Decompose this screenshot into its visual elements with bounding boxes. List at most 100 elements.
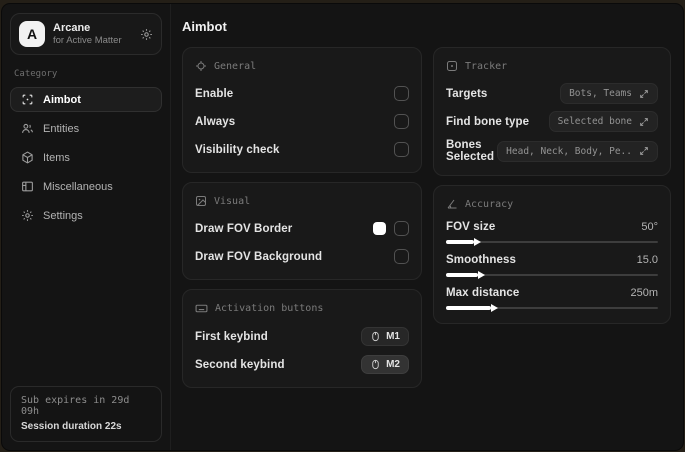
slider-row-smoothness: Smoothness 15.0 — [446, 254, 658, 279]
setting-row-always: Always — [195, 111, 409, 132]
enable-checkbox[interactable] — [394, 86, 409, 101]
targets-select[interactable]: Bots, Teams — [560, 83, 658, 104]
sub-expiry-text: Sub expires in 29d 09h — [21, 395, 130, 417]
session-duration-text: Session duration 22s — [21, 421, 122, 432]
setting-row-visibility-check: Visibility check — [195, 139, 409, 160]
sidebar-item-settings[interactable]: Settings — [10, 203, 162, 228]
panel-tracker-header: Tracker — [446, 60, 658, 72]
setting-row-draw-fov-background: Draw FOV Background — [195, 246, 409, 267]
panel-title: Visual — [214, 195, 251, 207]
panel-general-header: General — [195, 60, 409, 72]
slider-thumb[interactable] — [490, 304, 498, 312]
panel-accuracy: Accuracy FOV size 50° Smoothness 15.0 Ma… — [433, 185, 671, 324]
mouse-icon — [370, 359, 381, 370]
panel-title: General — [214, 60, 257, 72]
keyboard-icon — [195, 302, 208, 315]
setting-row-enable: Enable — [195, 83, 409, 104]
select-value: Head, Neck, Body, Pe.. — [506, 145, 632, 157]
setting-row-find-bone-type: Find bone type Selected bone — [446, 111, 658, 132]
panel-tracker: Tracker Targets Bots, Teams Find bone ty… — [433, 47, 671, 176]
setting-label: Smoothness — [446, 254, 517, 266]
keybind-value: M1 — [386, 331, 400, 342]
slider-row-max-distance: Max distance 250m — [446, 287, 658, 312]
app-logo: A — [19, 21, 45, 47]
slider-row-fov-size: FOV size 50° — [446, 221, 658, 246]
sidebar-item-label: Miscellaneous — [43, 180, 113, 193]
slider-thumb[interactable] — [473, 238, 481, 246]
expand-icon — [639, 117, 649, 127]
expand-icon — [639, 146, 649, 156]
keybind-value: M2 — [386, 359, 400, 370]
panel-title: Activation buttons — [215, 303, 324, 314]
panel-visual: Visual Draw FOV Border Draw FOV Backgrou… — [182, 182, 422, 280]
slider-fill — [446, 304, 498, 312]
setting-row-second-keybind: Second keybind M2 — [195, 354, 409, 375]
slider-value: 250m — [630, 287, 658, 299]
setting-label: Find bone type — [446, 115, 530, 128]
category-label: Category — [14, 69, 58, 79]
sidebar-item-label: Settings — [43, 209, 83, 222]
panel-accuracy-header: Accuracy — [446, 198, 658, 210]
visibility-check-checkbox[interactable] — [394, 142, 409, 157]
setting-label: Second keybind — [195, 358, 285, 371]
setting-label: Enable — [195, 87, 234, 100]
sidebar-item-label: Aimbot — [43, 93, 81, 106]
select-value: Selected bone — [557, 116, 632, 127]
radar-icon — [446, 60, 458, 72]
draw-fov-background-checkbox[interactable] — [394, 249, 409, 264]
setting-label: Targets — [446, 87, 488, 100]
panel-activation-header: Activation buttons — [195, 302, 409, 315]
page-title: Aimbot — [182, 19, 227, 34]
sidebar-item-miscellaneous[interactable]: Miscellaneous — [10, 174, 162, 199]
expand-icon — [639, 89, 649, 99]
panel-general: General Enable Always Visibility check — [182, 47, 422, 173]
setting-row-first-keybind: First keybind M1 — [195, 326, 409, 347]
sidebar-item-entities[interactable]: Entities — [10, 116, 162, 141]
color-swatch[interactable] — [373, 222, 386, 235]
keybind-button-m2[interactable]: M2 — [361, 355, 409, 374]
slider-thumb[interactable] — [477, 271, 485, 279]
sidebar-item-aimbot[interactable]: Aimbot — [10, 87, 162, 112]
keybind-button-m1[interactable]: M1 — [361, 327, 409, 346]
mouse-icon — [370, 331, 381, 342]
left-column: General Enable Always Visibility check V… — [182, 47, 422, 388]
main-content: Aimbot General Enable Always Visibility … — [171, 4, 683, 450]
smoothness-slider[interactable] — [446, 271, 658, 279]
fov-size-slider[interactable] — [446, 238, 658, 246]
panel-title: Accuracy — [465, 198, 514, 210]
setting-row-bones-selected: Bones Selected Head, Neck, Body, Pe.. — [446, 139, 658, 163]
draw-fov-border-checkbox[interactable] — [394, 221, 409, 236]
slider-value: 15.0 — [636, 254, 658, 266]
sidebar: A Arcane for Active Matter Category Aimb… — [2, 4, 171, 450]
max-distance-slider[interactable] — [446, 304, 658, 312]
app-window: A Arcane for Active Matter Category Aimb… — [1, 3, 684, 451]
angle-icon — [446, 198, 458, 210]
gear-icon[interactable] — [140, 28, 153, 41]
setting-label: Visibility check — [195, 143, 280, 156]
setting-label: Bones Selected — [446, 139, 495, 163]
setting-row-targets: Targets Bots, Teams — [446, 83, 658, 104]
setting-label: FOV size — [446, 221, 496, 233]
setting-label: Max distance — [446, 287, 520, 299]
always-checkbox[interactable] — [394, 114, 409, 129]
setting-label: Draw FOV Border — [195, 222, 293, 235]
aim-scan-icon — [21, 93, 34, 106]
slider-value: 50° — [641, 221, 658, 233]
bones-selected-select[interactable]: Head, Neck, Body, Pe.. — [497, 140, 658, 162]
subscription-card: Sub expires in 29d 09h Session duration … — [10, 386, 162, 442]
find-bone-type-select[interactable]: Selected bone — [548, 111, 658, 132]
image-icon — [195, 195, 207, 207]
right-column: Tracker Targets Bots, Teams Find bone ty… — [433, 47, 671, 324]
panel-activation: Activation buttons First keybind M1 Seco… — [182, 289, 422, 388]
setting-label: Always — [195, 115, 236, 128]
setting-row-draw-fov-border: Draw FOV Border — [195, 218, 409, 239]
sidebar-item-items[interactable]: Items — [10, 145, 162, 170]
sidebar-item-label: Entities — [43, 122, 80, 135]
select-value: Bots, Teams — [569, 88, 632, 99]
app-subtitle: for Active Matter — [53, 35, 122, 46]
sidebar-item-label: Items — [43, 151, 70, 164]
cube-icon — [21, 151, 34, 164]
slider-fill — [446, 238, 481, 246]
crosshair-icon — [195, 60, 207, 72]
gear-icon — [21, 209, 34, 222]
